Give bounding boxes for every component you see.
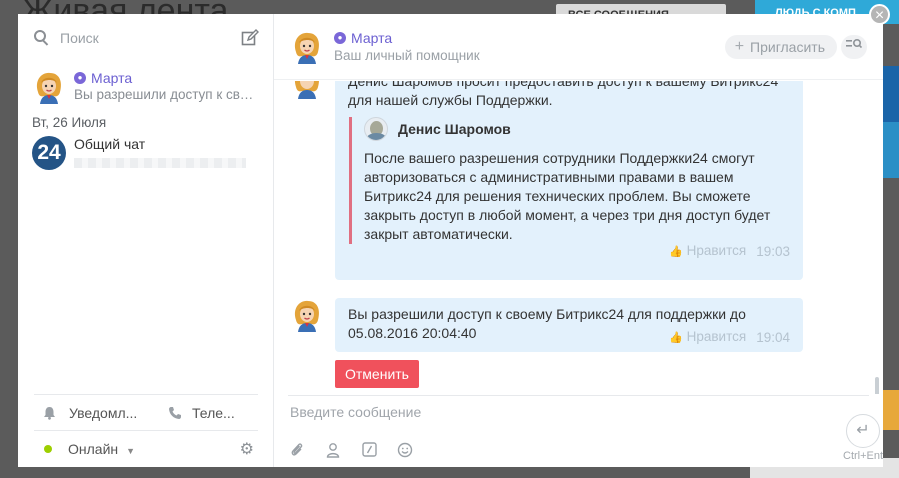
chat-header: ● Марта Ваш личный помощник + Пригласить	[274, 14, 883, 80]
bell-icon	[42, 406, 56, 420]
telephony-label: Теле...	[192, 404, 235, 421]
quote-body: После вашего разрешения сотрудники Подде…	[364, 150, 771, 242]
marta-avatar	[32, 70, 66, 104]
group-chat-preview-blurred	[74, 158, 246, 168]
search-icon	[34, 30, 50, 46]
group-chat-name: Общий чат	[74, 136, 146, 152]
message-text: для нашей службы Поддержки.	[348, 92, 553, 108]
chat-header-name[interactable]: ● Марта	[334, 30, 725, 46]
message-quote: Денис Шаромов После вашего разрешения со…	[349, 117, 784, 244]
enter-arrow-icon: ↵	[856, 422, 870, 439]
background-block	[883, 390, 899, 430]
phone-icon	[168, 406, 182, 420]
like-button[interactable]: 👍 Нравится	[669, 241, 746, 262]
message-meta: 👍 Нравится 19:04	[669, 327, 790, 348]
chat-header-name-label: Марта	[351, 30, 393, 46]
search-list-icon	[846, 38, 863, 48]
sidebar-footer: Уведомл... Теле... Онлайн ▼ ⚙	[34, 394, 258, 466]
user-avatar	[364, 117, 388, 141]
chat-sidebar: ● Марта Вы разрешили доступ к своему Бит…	[18, 14, 274, 467]
group-chat-text: Общий чат	[66, 136, 246, 168]
search-input[interactable]	[60, 30, 241, 46]
like-button[interactable]: 👍 Нравится	[669, 327, 746, 348]
invite-button[interactable]: + Пригласить	[724, 34, 837, 59]
recent-chat-name: ● Марта	[74, 70, 259, 86]
notifications-label: Уведомл...	[69, 404, 138, 421]
smile-icon[interactable]	[396, 442, 414, 460]
gear-icon[interactable]: ⚙	[240, 439, 254, 459]
thumbs-up-icon: 👍	[669, 246, 683, 258]
send-button[interactable]: ↵	[846, 414, 880, 448]
chat-menu-button[interactable]	[841, 34, 867, 59]
thumbs-up-icon: 👍	[669, 332, 683, 344]
chat-panel: ● Марта Ваш личный помощник + Пригласить	[274, 14, 883, 467]
status-selector[interactable]: Онлайн ▼	[68, 441, 135, 457]
message-bubble: Вы разрешили доступ к своему Битрикс24 д…	[335, 298, 803, 352]
group-chat-item[interactable]: 24 Общий чат	[18, 134, 273, 180]
quote-header: Денис Шаромов	[364, 117, 784, 141]
search-row	[18, 14, 273, 62]
group-chat-badge: 24	[32, 136, 66, 170]
close-icon: ×	[874, 7, 885, 24]
like-label: Нравится	[686, 243, 747, 258]
bot-icon: ●	[74, 72, 86, 84]
chevron-down-icon: ▼	[126, 445, 136, 456]
bot-icon: ●	[334, 32, 346, 44]
send-hint: Ctrl+Enter	[843, 450, 883, 462]
message-time: 19:03	[756, 244, 790, 259]
telephony-button[interactable]: Теле...	[146, 405, 258, 421]
status-row: Онлайн ▼ ⚙	[34, 430, 258, 466]
message-meta: 👍 Нравится 19:03	[669, 241, 790, 262]
chat-header-text: ● Марта Ваш личный помощник	[334, 30, 725, 63]
message-text: Денис Шаромов просит предоставить доступ…	[348, 81, 779, 89]
plus-icon: +	[734, 37, 745, 55]
sidebar-footer-row: Уведомл... Теле...	[34, 394, 258, 430]
message-composer: ↵	[288, 395, 880, 467]
status-label: Онлайн	[68, 440, 119, 457]
recent-chat-text: ● Марта Вы разрешили доступ к своему Бит…	[74, 70, 259, 102]
notifications-button[interactable]: Уведомл...	[34, 405, 146, 421]
invite-label: Пригласить	[750, 38, 825, 55]
paperclip-icon[interactable]	[288, 442, 306, 460]
command-icon[interactable]	[360, 442, 378, 460]
cancel-access-button[interactable]: Отменить	[335, 360, 419, 388]
scrollbar-thumb[interactable]	[875, 377, 879, 394]
background-block	[883, 66, 899, 122]
online-status-dot	[44, 444, 52, 453]
message-list[interactable]: Денис Шаромов просит предоставить доступ…	[274, 81, 883, 394]
date-separator: Вт, 26 Июля	[32, 115, 107, 130]
marta-avatar	[290, 298, 324, 332]
recent-chat-marta[interactable]: ● Марта Вы разрешили доступ к своему Бит…	[18, 62, 273, 108]
recent-chat-name-label: Марта	[91, 70, 133, 86]
message-bubble: Денис Шаромов просит предоставить доступ…	[335, 81, 803, 280]
recent-chat-preview: Вы разрешили доступ к своему Битрикс24	[74, 87, 259, 102]
quote-author: Денис Шаромов	[398, 120, 511, 137]
messenger-popup: ● Марта Вы разрешили доступ к своему Бит…	[18, 14, 883, 467]
background-block	[883, 122, 899, 178]
marta-avatar	[290, 81, 324, 99]
person-icon[interactable]	[324, 442, 342, 460]
marta-avatar	[290, 30, 324, 64]
message-time: 19:04	[756, 330, 790, 345]
message-input[interactable]	[290, 404, 810, 420]
composer-toolbar	[288, 442, 414, 460]
chat-header-subtitle: Ваш личный помощник	[334, 48, 480, 63]
like-label: Нравится	[686, 329, 747, 344]
close-popup-button[interactable]: ×	[869, 4, 890, 25]
compose-icon[interactable]	[241, 29, 259, 47]
